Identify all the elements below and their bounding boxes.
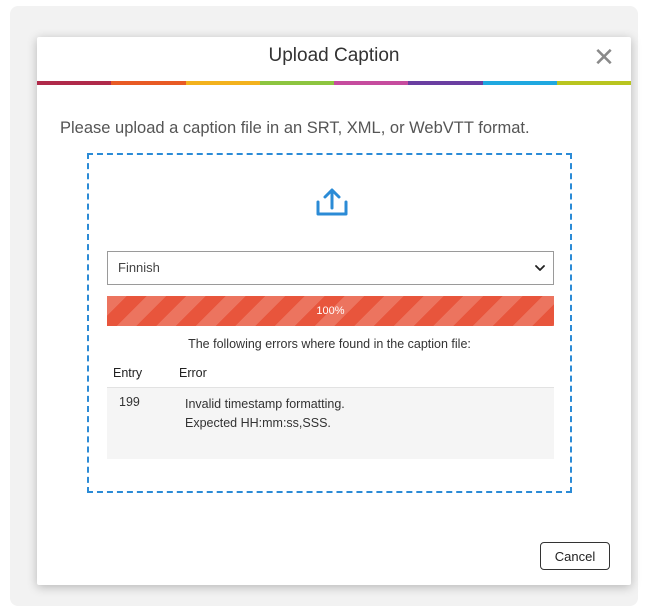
error-message: The following errors where found in the … (188, 337, 471, 351)
error-table-header: Entry Error (107, 359, 554, 388)
cancel-button[interactable]: Cancel (540, 542, 610, 570)
stripe-segment (185, 81, 260, 85)
language-select[interactable]: Finnish (107, 251, 554, 285)
chevron-down-icon (535, 265, 545, 271)
error-text-line: Expected HH:mm:ss,SSS. (185, 416, 331, 430)
dialog-title: Upload Caption (268, 45, 400, 66)
color-stripe (37, 81, 631, 85)
stripe-segment (259, 81, 334, 85)
stripe-segment (556, 81, 631, 85)
stripe-segment (482, 81, 557, 85)
upload-caption-dialog: Upload Caption ✕ Please upload a caption… (37, 37, 631, 585)
entry-cell: 199 (119, 395, 140, 409)
upload-progress-bar: 100% (107, 296, 554, 326)
error-cell: Invalid timestamp formatting. Expected H… (185, 395, 345, 433)
stripe-segment (37, 81, 112, 85)
column-header-error: Error (179, 366, 207, 380)
close-icon[interactable]: ✕ (591, 43, 617, 71)
language-select-value: Finnish (118, 260, 160, 275)
upload-icon[interactable] (315, 187, 349, 217)
error-table: Entry Error 199 Invalid timestamp format… (107, 359, 554, 459)
file-dropzone[interactable]: Finnish 100% The following errors where … (87, 153, 572, 493)
stripe-segment (334, 81, 409, 85)
instruction-text: Please upload a caption file in an SRT, … (60, 119, 530, 137)
progress-label: 100% (316, 305, 345, 317)
column-header-entry: Entry (113, 366, 143, 380)
stripe-segment (408, 81, 483, 85)
error-text-line: Invalid timestamp formatting. (185, 397, 345, 411)
stripe-segment (111, 81, 186, 85)
